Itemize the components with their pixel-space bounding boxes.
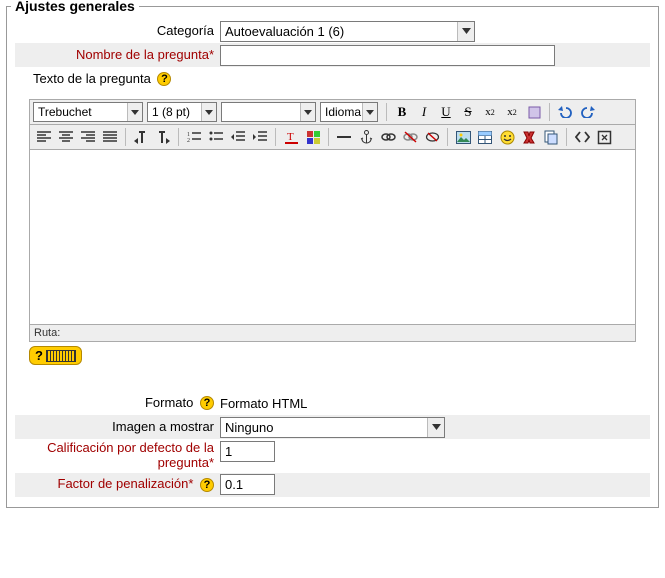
chevron-down-icon [457,22,474,41]
search-replace-icon[interactable] [541,127,561,147]
row-categoria: Categoría Autoevaluación 1 (6) [15,19,650,43]
panel-title: Ajustes generales [11,0,139,14]
row-nombre-pregunta: Nombre de la pregunta* [15,43,650,67]
align-left-icon[interactable] [34,127,54,147]
toolbar-separator [125,128,126,146]
nombre-pregunta-input[interactable] [220,45,555,66]
editor-toolbar-2: 12 T [29,125,636,150]
spacer [15,365,650,391]
unordered-list-icon[interactable] [206,127,226,147]
label-calificacion-defecto: Calificación por defecto de la pregunta* [15,441,220,471]
row-factor-penalizacion: Factor de penalización* ? [15,473,650,497]
font-family-value: Trebuchet [38,105,92,119]
strikethrough-icon[interactable]: S [458,102,478,122]
label-categoria: Categoría [15,24,220,39]
language-value: Idioma [325,105,361,119]
smiley-icon[interactable] [497,127,517,147]
toolbar-separator [386,103,387,121]
toolbar-separator [275,128,276,146]
categoria-select[interactable]: Autoevaluación 1 (6) [220,21,475,42]
table-icon[interactable] [475,127,495,147]
unlink-icon[interactable] [400,127,420,147]
subscript-icon[interactable]: x2 [480,102,500,122]
font-size-select[interactable]: 1 (8 pt) [147,102,217,122]
font-size-value: 1 (8 pt) [152,105,190,119]
toolbar-separator [178,128,179,146]
imagen-mostrar-select[interactable]: Ninguno [220,417,445,438]
undo-icon[interactable] [555,102,575,122]
toolbar-separator [328,128,329,146]
align-center-icon[interactable] [56,127,76,147]
link-icon[interactable] [378,127,398,147]
special-char-icon[interactable] [519,127,539,147]
editor-textarea[interactable] [29,150,636,325]
outdent-icon[interactable] [228,127,248,147]
chevron-down-icon [201,103,216,121]
ordered-list-icon[interactable]: 12 [184,127,204,147]
chevron-down-icon [362,103,377,121]
editor-toolbar-1: Trebuchet 1 (8 pt) Idioma B I U S x2 x2 [29,99,636,125]
fullscreen-icon[interactable] [594,127,614,147]
help-icon[interactable]: ? [200,478,214,492]
align-right-icon[interactable] [78,127,98,147]
superscript-icon[interactable]: x2 [502,102,522,122]
row-calificacion-defecto: Calificación por defecto de la pregunta* [15,439,650,473]
help-icon[interactable]: ? [200,396,214,410]
nolink-icon[interactable] [422,127,442,147]
indent-icon[interactable] [250,127,270,147]
redo-icon[interactable] [577,102,597,122]
toolbar-separator [566,128,567,146]
language-select[interactable]: Idioma [320,102,378,122]
svg-text:T: T [287,131,294,143]
ltr-icon[interactable] [131,127,151,147]
help-icon[interactable]: ? [157,72,171,86]
align-justify-icon[interactable] [100,127,120,147]
row-imagen-mostrar: Imagen a mostrar Ninguno [15,415,650,439]
row-formato: Formato ? Formato HTML [15,391,650,415]
help-icon: ? [35,348,43,363]
clean-icon[interactable] [524,102,544,122]
formato-value: Formato HTML [220,396,307,411]
font-family-select[interactable]: Trebuchet [33,102,143,122]
keyboard-icon [46,350,76,362]
label-nombre-pregunta: Nombre de la pregunta* [15,48,220,63]
chevron-down-icon [300,103,315,121]
label-texto-pregunta: Texto de la pregunta ? [15,72,177,87]
chevron-down-icon [127,103,142,121]
bg-color-icon[interactable] [303,127,323,147]
svg-text:1: 1 [187,132,190,138]
image-icon[interactable] [453,127,473,147]
imagen-mostrar-value: Ninguno [225,420,273,435]
underline-icon[interactable]: U [436,102,456,122]
style-select[interactable] [221,102,316,122]
anchor-icon[interactable] [356,127,376,147]
html-source-icon[interactable] [572,127,592,147]
text-color-icon[interactable]: T [281,127,301,147]
toolbar-separator [447,128,448,146]
italic-icon[interactable]: I [414,102,434,122]
label-imagen-mostrar: Imagen a mostrar [15,420,220,435]
svg-text:2: 2 [187,138,190,143]
rich-text-editor: Trebuchet 1 (8 pt) Idioma B I U S x2 x2 [29,99,636,342]
categoria-select-value: Autoevaluación 1 (6) [225,24,344,39]
label-factor-penalizacion: Factor de penalización* ? [15,477,220,492]
chevron-down-icon [427,418,444,437]
hr-icon[interactable] [334,127,354,147]
row-texto-pregunta: Texto de la pregunta ? [15,67,650,91]
calificacion-defecto-input[interactable] [220,441,275,462]
bold-icon[interactable]: B [392,102,412,122]
factor-penalizacion-input[interactable] [220,474,275,495]
toolbar-separator [549,103,550,121]
label-formato: Formato ? [15,396,220,411]
editor-path: Ruta: [29,325,636,342]
keyboard-help-button[interactable]: ? [29,346,82,365]
general-settings-panel: Ajustes generales Categoría Autoevaluaci… [6,6,659,508]
rtl-icon[interactable] [153,127,173,147]
